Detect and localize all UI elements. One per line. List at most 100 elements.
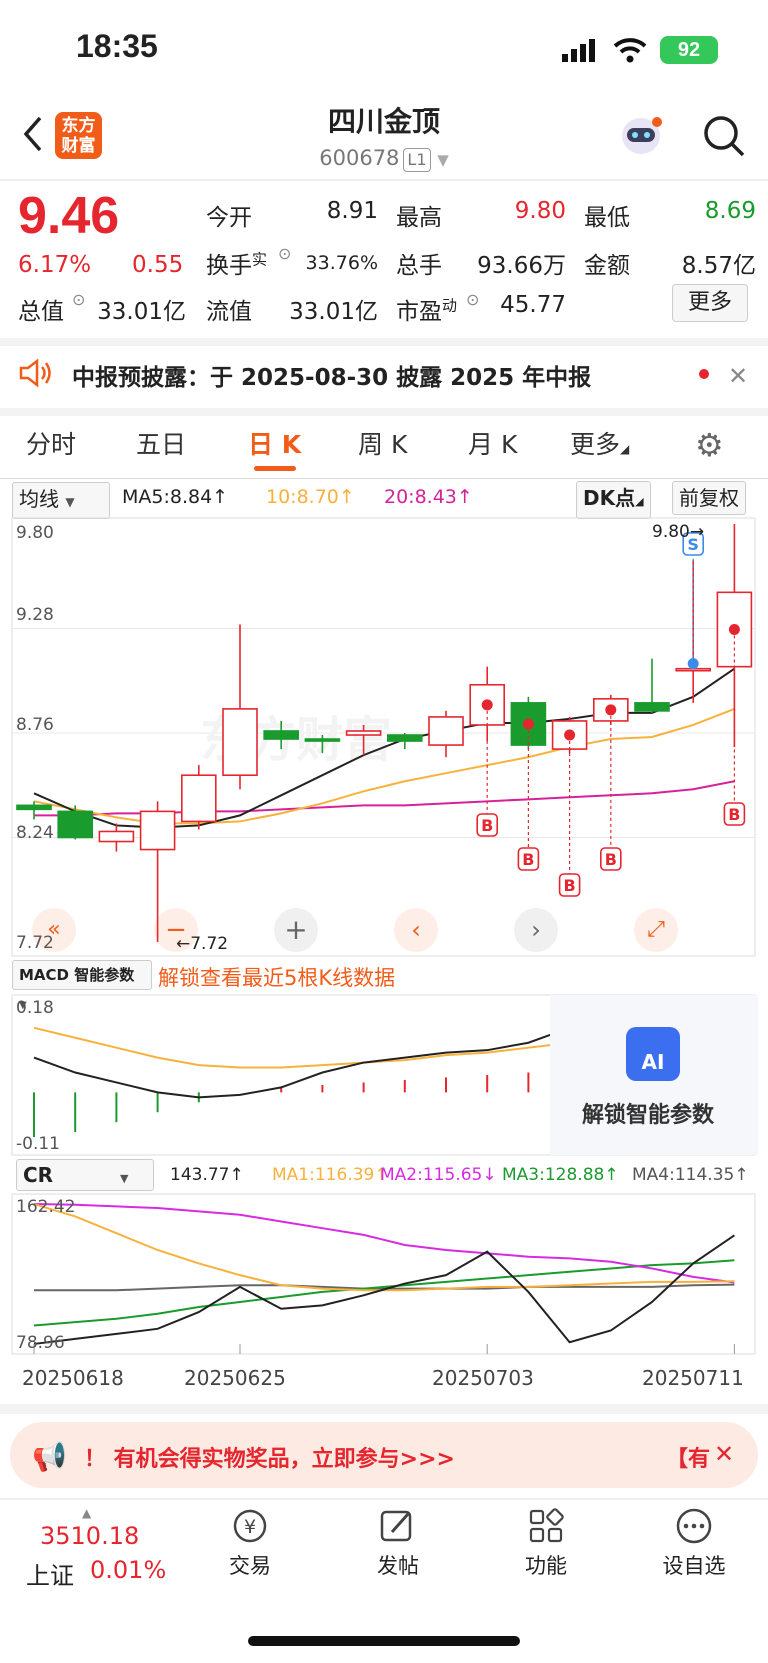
- cr-y-top: 162.42: [16, 1197, 75, 1217]
- cr-ma3: MA3:128.88↑: [502, 1165, 619, 1185]
- zoom-in-icon[interactable]: +: [274, 908, 318, 952]
- turnover-value: 33.76%: [305, 252, 378, 274]
- indicator-select-label: 均线: [19, 487, 59, 511]
- dea-line: [33, 1026, 611, 1069]
- candle-body: [304, 738, 341, 742]
- candle-body: [57, 810, 94, 839]
- signal-dot: [687, 658, 699, 670]
- nav-function[interactable]: 功能: [506, 1550, 586, 1580]
- tab-more[interactable]: 更多◢: [570, 425, 629, 461]
- macd-y-top: 0.18: [16, 998, 54, 1018]
- volume-value: 93.66万: [477, 253, 566, 279]
- candle-body: [634, 702, 670, 712]
- candle-body: [139, 810, 176, 851]
- signal-tag-text: B: [522, 850, 534, 869]
- close-icon[interactable]: ✕: [714, 1440, 734, 1468]
- promo-text[interactable]: ！ 有机会得实物奖品，立即参与>>>: [84, 1441, 455, 1473]
- robot-avatar-icon[interactable]: [617, 114, 665, 158]
- dk-point-button[interactable]: DK点◢: [576, 481, 651, 519]
- open-label: 今开: [206, 205, 252, 231]
- promo-tail: 【有: [666, 1447, 711, 1472]
- zoom-out-icon[interactable]: −: [154, 908, 198, 952]
- megaphone-icon: 📢: [32, 1440, 67, 1473]
- cr-ma1: MA1:116.39↑: [272, 1165, 389, 1185]
- cr-ma3-line: [33, 1259, 735, 1327]
- index-name: 上证: [26, 1562, 74, 1590]
- adjust-button[interactable]: 前复权: [672, 481, 746, 515]
- post-edit-icon[interactable]: [378, 1508, 418, 1544]
- info-icon[interactable]: ⊙: [466, 290, 479, 309]
- tab-underline: [254, 466, 296, 471]
- tab-monthly-k[interactable]: 月 K: [468, 425, 517, 461]
- turnover-label-text: 换手: [206, 253, 252, 279]
- kline-chart[interactable]: 东方财富 BBBBBS 9.80 9.28 8.76 8.24 7.72 9.8…: [0, 516, 768, 957]
- nav-add-watchlist[interactable]: 设自选: [654, 1550, 734, 1580]
- ai-unlock-label: 解锁智能参数: [582, 1103, 715, 1128]
- tab-weekly-k[interactable]: 周 K: [358, 425, 407, 461]
- candle-body: [386, 734, 423, 742]
- watchlist-more-icon[interactable]: [674, 1508, 714, 1544]
- dropdown-corner-icon: ◢: [620, 442, 630, 456]
- pe-label-text: 市盈: [396, 299, 442, 325]
- amount-value: 8.57亿: [681, 253, 756, 279]
- search-icon[interactable]: [702, 114, 746, 158]
- signal-tag-text: B: [563, 876, 575, 895]
- amount-label: 金额: [584, 253, 630, 279]
- tab-daily-k[interactable]: 日 K: [248, 425, 301, 461]
- signal-dot: [605, 704, 617, 716]
- scroll-left-fast-icon[interactable]: «: [32, 908, 76, 952]
- candle-body: [98, 830, 135, 843]
- battery-indicator: 92: [660, 36, 718, 64]
- notice-dot: [699, 369, 709, 379]
- fullscreen-icon[interactable]: ⤢: [634, 908, 678, 952]
- cr-ma1-line: [33, 1203, 735, 1292]
- more-button[interactable]: 更多: [672, 284, 748, 322]
- y-label-1: 9.80: [16, 523, 54, 543]
- candle-body: [428, 716, 464, 746]
- chevron-down-icon: ▼: [437, 151, 449, 169]
- date-label-1: 20250618: [22, 1366, 124, 1390]
- float-label: 流值: [206, 299, 252, 325]
- close-icon[interactable]: ✕: [728, 362, 748, 390]
- scroll-right-icon[interactable]: ›: [514, 908, 558, 952]
- caret-down-icon: ▼: [120, 1172, 129, 1185]
- signal-dot: [564, 729, 576, 741]
- cr-select-label: CR: [23, 1163, 54, 1187]
- notice-text[interactable]: 中报预披露：于 2025-08-30 披露 2025 年中报: [72, 358, 591, 392]
- turnover-label: 换手实: [206, 246, 267, 280]
- wifi-icon: [612, 36, 648, 64]
- indicator-select[interactable]: 均线 ▼: [12, 482, 110, 519]
- trade-yen-icon[interactable]: ¥: [230, 1508, 270, 1544]
- speaker-icon: [18, 358, 54, 388]
- index-change: 0.01%: [90, 1556, 167, 1584]
- tab-intraday[interactable]: 分时: [26, 425, 76, 461]
- current-price: 9.46: [18, 187, 120, 245]
- info-icon[interactable]: ⊙: [72, 290, 85, 309]
- cr-select[interactable]: CR ▼: [16, 1159, 154, 1191]
- index-value[interactable]: 3510.18: [40, 1522, 139, 1550]
- cr-ma2: MA2:115.65↓: [380, 1165, 497, 1185]
- ai-unlock-card[interactable]: AI 解锁智能参数: [550, 995, 758, 1155]
- signal-tag-text: B: [728, 805, 740, 824]
- low-value: 8.69: [704, 198, 756, 224]
- macd-unlock-text[interactable]: 解锁查看最近5根K线数据: [158, 962, 395, 992]
- nav-trade[interactable]: 交易: [210, 1550, 290, 1580]
- signal-tag-text: B: [481, 816, 493, 835]
- scroll-left-icon[interactable]: ‹: [394, 908, 438, 952]
- y-label-3: 8.76: [16, 715, 54, 735]
- nav-post[interactable]: 发帖: [358, 1550, 438, 1580]
- y-label-2: 9.28: [16, 605, 54, 625]
- function-grid-icon[interactable]: [526, 1508, 566, 1544]
- ma10-legend: 10:8.70↑: [266, 486, 355, 508]
- macd-select[interactable]: MACD 智能参数 ▼: [12, 960, 152, 1011]
- date-label-2: 20250625: [184, 1366, 286, 1390]
- home-indicator: [248, 1636, 520, 1646]
- volume-label: 总手: [396, 253, 442, 279]
- candle-body: [16, 804, 52, 811]
- settings-gear-icon[interactable]: ⚙: [695, 426, 724, 464]
- dropdown-corner-icon: ◢: [635, 495, 644, 508]
- candle-body: [263, 730, 300, 740]
- high-label: 最高: [396, 205, 442, 231]
- tab-five-day[interactable]: 五日: [136, 425, 186, 461]
- ai-badge: AI: [641, 1050, 665, 1074]
